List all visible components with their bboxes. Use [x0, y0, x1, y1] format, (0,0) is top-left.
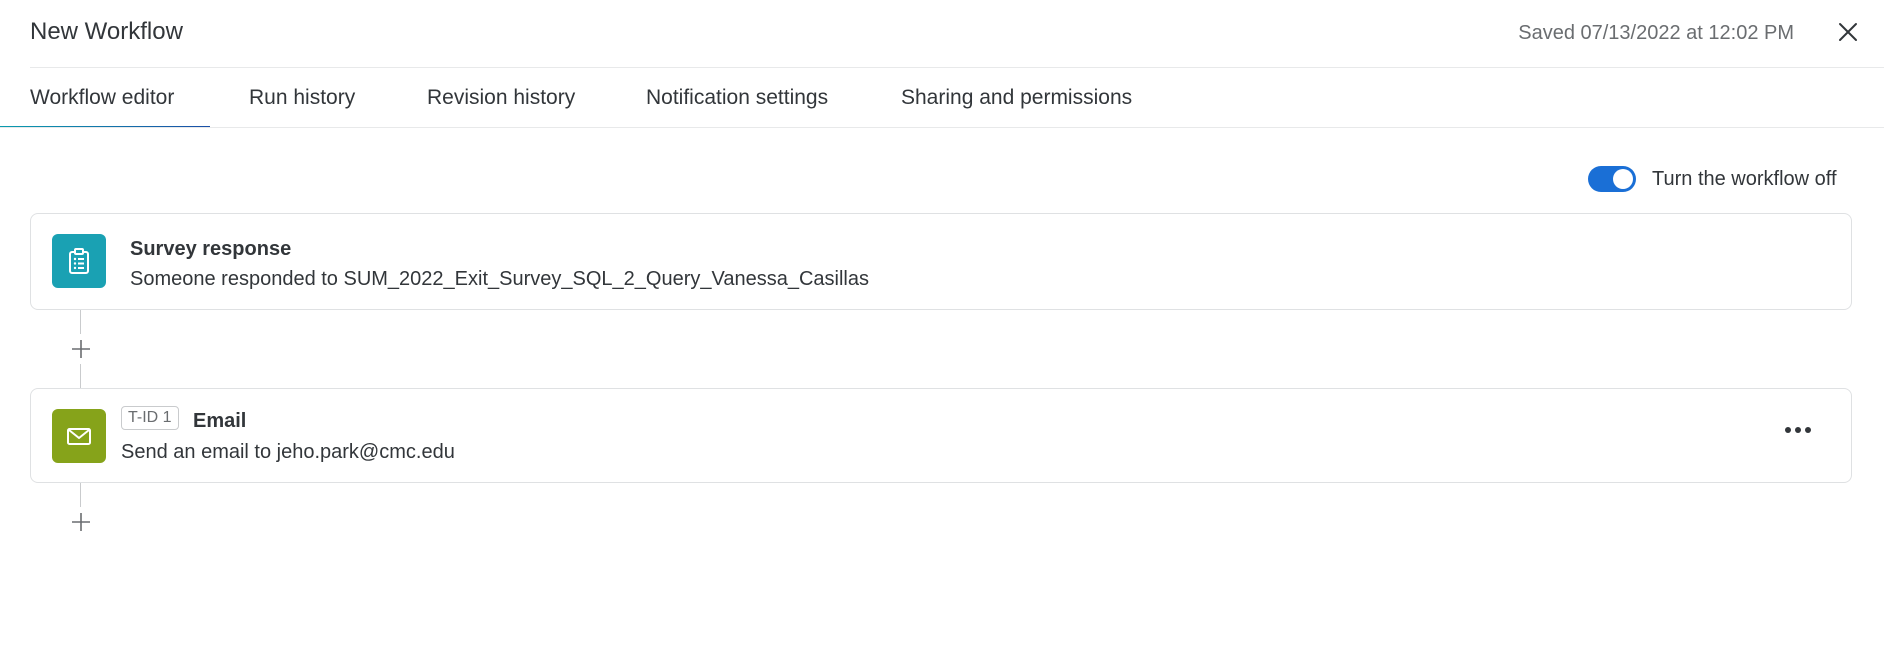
trigger-card[interactable]: Survey response Someone responded to SUM…: [30, 213, 1852, 310]
trigger-title: Survey response: [130, 238, 292, 260]
workflow-toggle-group: Turn the workflow off: [1588, 165, 1848, 195]
more-options-icon: [1785, 427, 1791, 433]
tab-workflow-editor[interactable]: Workflow editor: [30, 86, 174, 110]
page-title: New Workflow: [30, 18, 183, 45]
toggle-label: Turn the workflow off: [1652, 168, 1837, 190]
tab-notification-settings[interactable]: Notification settings: [646, 86, 828, 110]
toggle-knob: [1613, 169, 1633, 189]
more-options-button[interactable]: [1785, 427, 1813, 435]
close-button[interactable]: [1832, 16, 1864, 48]
tab-revision-history[interactable]: Revision history: [427, 86, 575, 110]
task-title: Email: [193, 410, 247, 432]
plus-icon: [72, 513, 90, 531]
saved-status: Saved 07/13/2022 at 12:02 PM: [1518, 22, 1794, 44]
connector-line: [80, 364, 81, 388]
task-id-badge: T-ID 1: [121, 406, 179, 430]
plus-icon: [72, 340, 90, 358]
envelope-icon: [52, 409, 106, 463]
connector-line: [80, 483, 81, 507]
task-description: Send an email to jeho.park@cmc.edu: [121, 441, 455, 463]
header: New Workflow Saved 07/13/2022 at 12:02 P…: [0, 0, 1884, 68]
add-step-button[interactable]: [70, 511, 92, 533]
close-icon: [1839, 23, 1857, 41]
trigger-description: Someone responded to SUM_2022_Exit_Surve…: [130, 268, 869, 290]
tab-sharing-and-permissions[interactable]: Sharing and permissions: [901, 86, 1132, 110]
more-options-icon: [1795, 427, 1801, 433]
workflow-toggle[interactable]: [1588, 166, 1636, 192]
workflow-page: New Workflow Saved 07/13/2022 at 12:02 P…: [0, 0, 1884, 671]
tab-run-history[interactable]: Run history: [249, 86, 355, 110]
tab-bar: Workflow editor Run history Revision his…: [0, 68, 1884, 128]
connector-line: [80, 310, 81, 334]
more-options-icon: [1805, 427, 1811, 433]
task-card[interactable]: T-ID 1 Email Send an email to jeho.park@…: [30, 388, 1852, 483]
tabs-divider: [0, 127, 1884, 128]
clipboard-icon: [52, 234, 106, 288]
add-step-button[interactable]: [70, 338, 92, 360]
